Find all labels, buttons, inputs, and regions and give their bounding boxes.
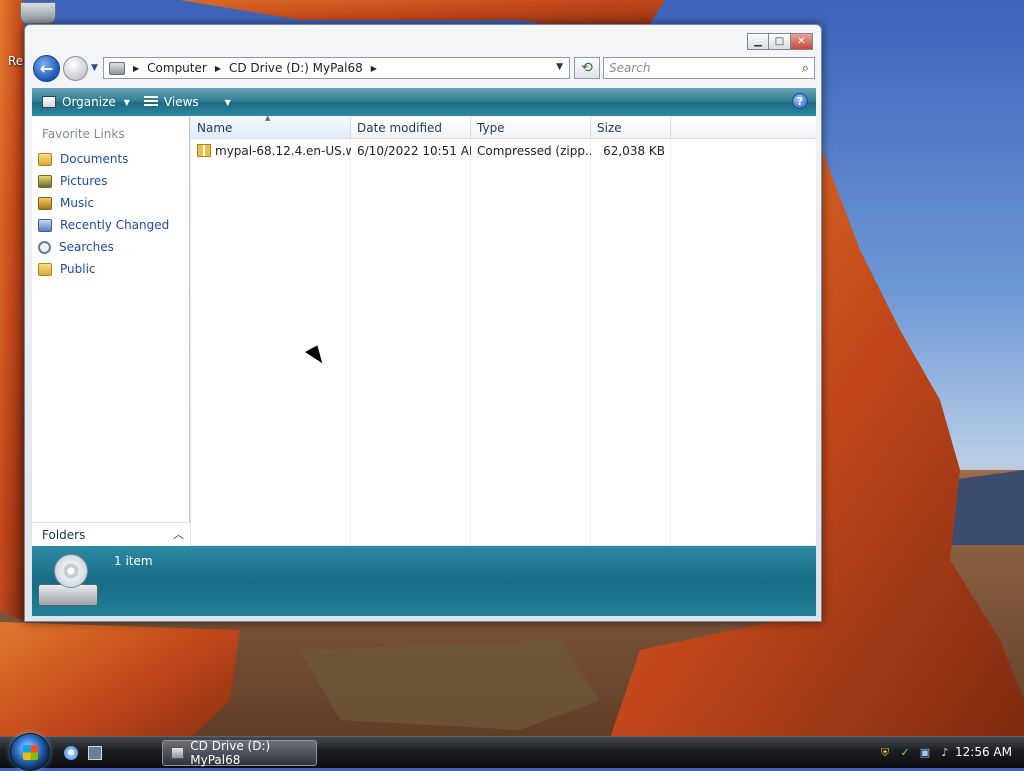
command-toolbar: Organize ▼ Views ▼ ? — [32, 88, 816, 116]
taskbar: e CD Drive (D:) MyPal68 ⛨ ✓ ▣ ♪ 12:56 AM — [0, 733, 1024, 771]
taskbar-button-label: CD Drive (D:) MyPal68 — [190, 739, 271, 767]
recycle-bin-icon[interactable] — [20, 2, 56, 24]
column-header-name[interactable]: ▲ Name — [191, 114, 351, 138]
refresh-icon[interactable]: ⟲ — [574, 57, 600, 79]
column-gridlines — [191, 139, 816, 545]
desktop-icon-label[interactable]: Re — [8, 54, 23, 68]
explorer-window: ▁ □ ✕ ← ▼ ▶ Computer ▶ CD Drive (D:) MyP… — [24, 24, 822, 622]
favorite-link-label: Music — [60, 196, 95, 210]
security-shield-icon[interactable]: ⛨ — [878, 746, 892, 760]
file-name-cell[interactable]: mypal-68.12.4.en-US.w... — [191, 144, 351, 158]
favorite-link-label: Recently Changed — [60, 218, 170, 232]
sort-ascending-icon: ▲ — [265, 114, 271, 122]
close-icon[interactable]: ✕ — [791, 33, 813, 50]
column-header-label: Type — [477, 121, 505, 135]
favorite-link-public[interactable]: Public — [38, 259, 96, 279]
search-icon — [38, 240, 51, 254]
favorite-link-recently-changed[interactable]: Recently Changed — [38, 215, 169, 235]
search-placeholder: Search — [609, 61, 651, 75]
back-arrow-icon[interactable]: ← — [33, 55, 60, 82]
cd-drive-icon — [38, 554, 100, 608]
network-icon[interactable]: ▣ — [918, 746, 932, 760]
check-icon[interactable]: ✓ — [898, 746, 912, 760]
file-size-cell: 62,038 KB — [603, 144, 665, 158]
minimize-icon[interactable]: ▁ — [747, 33, 769, 50]
breadcrumb-computer[interactable]: Computer — [147, 61, 207, 75]
favorite-link-pictures[interactable]: Pictures — [38, 171, 108, 191]
volume-icon[interactable]: ♪ — [938, 746, 952, 760]
file-name: mypal-68.12.4.en-US.w... — [215, 144, 351, 158]
favorite-links-heading: Favorite Links — [42, 127, 125, 141]
navigation-pane: Favorite Links Documents Pictures Music … — [32, 117, 190, 545]
column-header-size[interactable]: Size — [591, 117, 671, 138]
taskbar-button-explorer[interactable]: CD Drive (D:) MyPal68 — [162, 739, 317, 767]
details-pane: 1 item — [32, 546, 816, 616]
favorite-link-documents[interactable]: Documents — [38, 149, 128, 169]
cd-drive-icon — [171, 747, 185, 759]
chevron-down-icon: ▼ — [123, 97, 130, 107]
breadcrumb-cd-drive[interactable]: CD Drive (D:) MyPal68 — [229, 61, 363, 75]
clock[interactable]: 12:56 AM — [955, 745, 1012, 759]
search-input[interactable]: Search ⌕ — [603, 57, 815, 79]
column-header-row: ▲ Name Date modified Type Size — [191, 114, 816, 139]
favorite-link-label: Searches — [59, 240, 114, 254]
favorite-link-label: Documents — [60, 152, 129, 166]
column-header-label: Name — [197, 121, 233, 135]
switch-windows-icon[interactable] — [88, 746, 102, 760]
breadcrumb-chevron-icon[interactable]: ▶ — [215, 64, 221, 73]
chevron-up-icon: ︿ — [173, 528, 184, 541]
documents-folder-icon — [38, 152, 52, 166]
music-folder-icon — [38, 196, 52, 210]
recent-pages-dropdown-icon[interactable]: ▼ — [91, 63, 98, 73]
favorite-link-label: Pictures — [60, 174, 108, 188]
column-header-type[interactable]: Type — [471, 117, 591, 138]
column-header-label: Date modified — [357, 121, 443, 135]
navigation-bar: ← ▼ ▶ Computer ▶ CD Drive (D:) MyPal68 ▶… — [33, 55, 815, 83]
organize-label: Organize — [62, 95, 116, 109]
computer-icon — [109, 61, 125, 75]
organize-icon — [42, 96, 56, 108]
start-button[interactable] — [10, 733, 50, 771]
item-count: 1 item — [114, 554, 153, 568]
views-icon — [143, 96, 158, 108]
search-icon[interactable]: ⌕ — [802, 61, 809, 76]
favorite-link-label: Public — [60, 262, 96, 276]
favorite-link-music[interactable]: Music — [38, 193, 94, 213]
public-folder-icon — [38, 262, 52, 276]
organize-button[interactable]: Organize ▼ — [42, 95, 130, 109]
recently-changed-icon — [38, 218, 52, 232]
file-type-cell: Compressed (zipp... — [477, 144, 591, 158]
maximize-icon[interactable]: □ — [769, 33, 791, 50]
address-dropdown-icon[interactable]: ▼ — [556, 62, 563, 72]
views-button[interactable]: Views ▼ — [143, 95, 231, 109]
help-icon[interactable]: ? — [792, 93, 808, 109]
folders-label: Folders — [42, 528, 86, 542]
forward-arrow-icon[interactable] — [63, 56, 88, 81]
file-date-cell: 6/10/2022 10:51 AM — [357, 144, 471, 158]
column-header-label: Size — [597, 121, 622, 135]
address-bar[interactable]: ▶ Computer ▶ CD Drive (D:) MyPal68 ▶ ▼ — [103, 57, 570, 79]
chevron-down-icon: ▼ — [224, 97, 231, 107]
internet-explorer-icon[interactable]: e — [64, 746, 78, 760]
favorite-link-searches[interactable]: Searches — [38, 237, 114, 257]
file-list: ▲ Name Date modified Type Size mypal-68.… — [191, 114, 816, 545]
column-header-date-modified[interactable]: Date modified — [351, 117, 471, 138]
zip-folder-icon — [197, 144, 211, 157]
breadcrumb-chevron-icon[interactable]: ▶ — [371, 64, 377, 73]
folders-toggle[interactable]: Folders ︿ — [32, 522, 190, 546]
pictures-folder-icon — [38, 174, 52, 188]
window-controls: ▁ □ ✕ — [747, 33, 813, 50]
views-label: Views — [163, 95, 199, 109]
table-row[interactable]: mypal-68.12.4.en-US.w... 6/10/2022 10:51… — [191, 141, 816, 161]
breadcrumb-chevron-icon[interactable]: ▶ — [133, 64, 139, 73]
